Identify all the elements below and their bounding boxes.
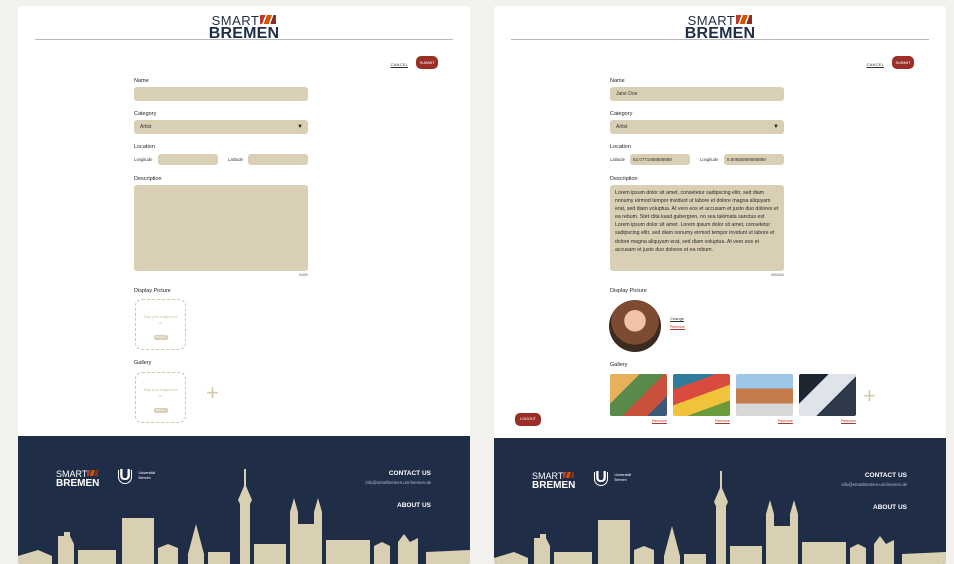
description-label: Description xyxy=(134,176,162,182)
category-value: Artist xyxy=(140,124,152,130)
gallery-label: Gallery xyxy=(610,362,628,368)
form-panel-empty: SMART BREMEN CANCEL SUBMIT Name Category… xyxy=(18,6,470,564)
browse-button[interactable]: Browse xyxy=(153,408,168,413)
browse-button[interactable]: Browse xyxy=(153,335,168,340)
description-text: Lorem ipsum dolor sit amet, consetetur s… xyxy=(615,190,779,253)
location-label: Location xyxy=(134,144,155,150)
description-textarea[interactable]: Lorem ipsum dolor sit amet, consetetur s… xyxy=(610,185,784,271)
add-gallery-plus-icon[interactable]: + xyxy=(206,382,219,404)
category-select[interactable]: Artist ▼ xyxy=(134,120,308,134)
latitude-label: Latitude xyxy=(610,157,625,162)
remove-gallery-image-link[interactable]: Remove xyxy=(652,418,667,423)
submit-button[interactable]: SUBMIT xyxy=(416,56,438,69)
name-input[interactable] xyxy=(134,87,308,101)
category-value: Artist xyxy=(616,124,628,130)
dropdown-arrow-icon: ▼ xyxy=(773,124,779,130)
dropzone-or: or xyxy=(158,321,163,325)
description-label: Description xyxy=(610,176,638,182)
category-label: Category xyxy=(610,111,633,117)
form-panel-filled: SMART BREMEN CANCEL SUBMIT Name Jane Doe… xyxy=(494,6,946,564)
remove-gallery-image-link[interactable]: Remove xyxy=(715,418,730,423)
header-divider xyxy=(35,39,453,40)
latitude-input[interactable]: 53.0771588888889 xyxy=(630,154,690,165)
profile-avatar xyxy=(609,300,661,352)
dropzone-text: Drop your image here xyxy=(143,388,178,392)
bremen-skyline-icon xyxy=(18,469,470,564)
add-gallery-plus-icon[interactable]: + xyxy=(863,385,876,407)
change-picture-link[interactable]: Change xyxy=(670,316,684,321)
name-input[interactable]: Jane Doe xyxy=(610,87,784,101)
footer: SMART BREMEN U Universität Bremen CONTACT… xyxy=(18,436,470,564)
longitude-input[interactable]: 8.80685888888889 xyxy=(724,154,784,165)
gallery-dropzone[interactable]: Drop your image here or Browse xyxy=(135,372,186,423)
gallery-image-3 xyxy=(736,374,793,416)
gallery-image-2 xyxy=(673,374,730,416)
remove-picture-link[interactable]: Remove xyxy=(670,324,685,329)
name-label: Name xyxy=(610,78,625,84)
dropzone-text: Drop your image here xyxy=(143,315,178,319)
name-label: Name xyxy=(134,78,149,84)
display-picture-label: Display Picture xyxy=(610,288,647,294)
latitude-input[interactable] xyxy=(248,154,308,165)
category-label: Category xyxy=(134,111,157,117)
display-picture-label: Display Picture xyxy=(134,288,171,294)
smart-bremen-logo[interactable]: SMART BREMEN xyxy=(18,14,470,42)
description-textarea[interactable] xyxy=(134,185,308,271)
longitude-input[interactable] xyxy=(158,154,218,165)
submit-button[interactable]: SUBMIT xyxy=(892,56,914,69)
category-select[interactable]: Artist ▼ xyxy=(610,120,784,134)
remove-gallery-image-link[interactable]: Remove xyxy=(778,418,793,423)
description-counter: 0/400 xyxy=(299,273,308,277)
gallery-image-4 xyxy=(799,374,856,416)
remove-gallery-image-link[interactable]: Remove xyxy=(841,418,856,423)
dropzone-or: or xyxy=(158,394,163,398)
cancel-link[interactable]: CANCEL xyxy=(867,62,884,67)
location-label: Location xyxy=(610,144,631,150)
bremen-skyline-icon xyxy=(494,471,946,564)
header-divider xyxy=(511,39,929,40)
smart-bremen-logo[interactable]: SMART BREMEN xyxy=(494,14,946,42)
footer: SMART BREMEN U Universität Bremen CONTACT… xyxy=(494,438,946,564)
gallery-image-1 xyxy=(610,374,667,416)
dropdown-arrow-icon: ▼ xyxy=(297,124,303,130)
logo-stripes-icon xyxy=(736,15,753,24)
gallery-label: Gallery xyxy=(134,360,152,366)
longitude-label: Longitude xyxy=(700,157,719,162)
longitude-label: Longitude xyxy=(134,157,153,162)
logout-button[interactable]: LOGOUT xyxy=(515,413,541,426)
latitude-label: Latitude xyxy=(228,157,243,162)
description-counter: 400/400 xyxy=(771,273,784,277)
logo-stripes-icon xyxy=(260,15,277,24)
display-picture-dropzone[interactable]: Drop your image here or Browse xyxy=(135,299,186,350)
cancel-link[interactable]: CANCEL xyxy=(391,62,408,67)
